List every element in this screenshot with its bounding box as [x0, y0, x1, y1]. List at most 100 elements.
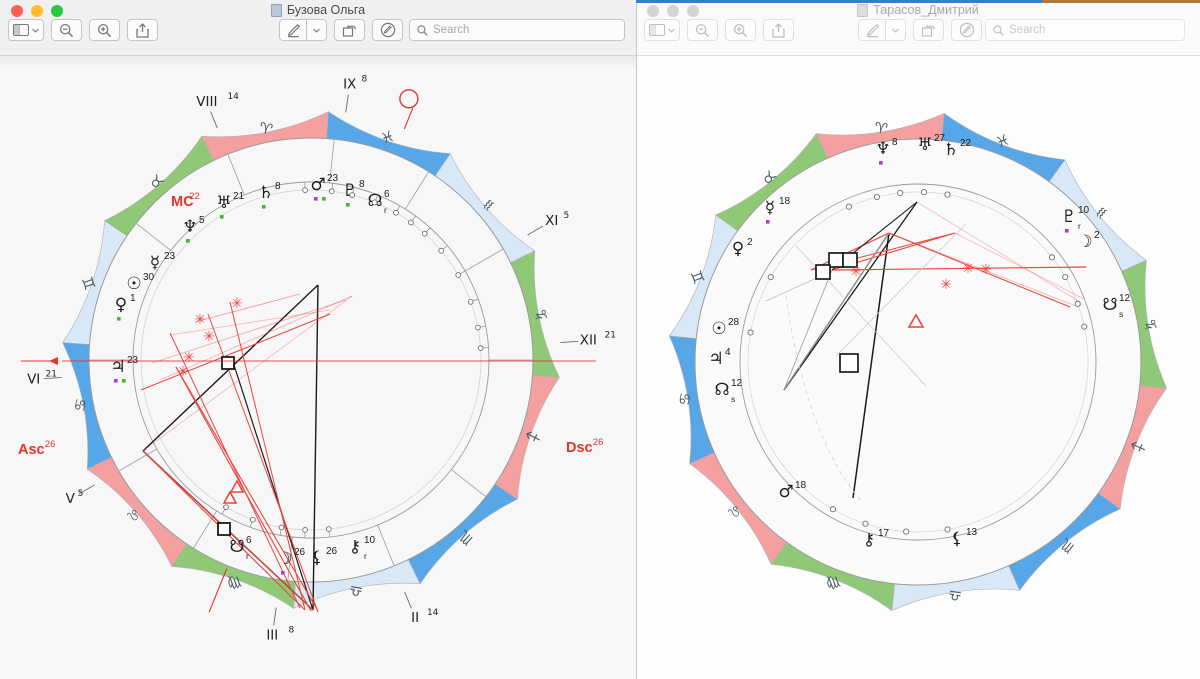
zoom-out-button[interactable] — [51, 19, 82, 41]
planet-marker — [302, 187, 308, 193]
planet-retrograde-southnodel: r — [246, 551, 249, 561]
house-label-V: V — [66, 491, 76, 507]
rotate-button[interactable] — [913, 19, 944, 41]
planet-marker — [467, 299, 474, 305]
planet-dignity-dot — [117, 317, 121, 321]
planet-dignity-dot — [766, 220, 770, 224]
document-canvas-left[interactable]: ♒♓♈♉♊♋♌♍♎♏♐♑ ✳✳✳✳✳ Asc26Dsc26MC22IC22 ☉3… — [0, 70, 636, 679]
pen-icon — [866, 23, 879, 37]
planet-marker — [250, 516, 256, 523]
planet-marker — [477, 345, 484, 351]
planet-dignity-dot — [1065, 229, 1069, 233]
planet-marker — [438, 247, 445, 254]
rotate-button[interactable] — [334, 19, 365, 41]
zodiac-glyph-cancer: ♋ — [70, 397, 90, 414]
planet-degree-chiron: 10 — [364, 535, 376, 546]
planet-marker — [845, 203, 852, 210]
planet-glyph-northnode: ☊ — [714, 380, 729, 400]
search-input[interactable]: Search — [409, 19, 625, 41]
planet-marker — [302, 527, 308, 533]
house-tick — [210, 111, 218, 129]
planet-glyph-mars: ♂ — [778, 482, 793, 502]
desktop: Бузова Ольга Search ♒ ♓ ♈ ♉ ♊ ♋ ♌ ♍ ♎ ♏ … — [0, 0, 1200, 679]
planet-glyph-sun: ☉ — [711, 319, 726, 339]
planet-degree-pluto: 8 — [359, 179, 365, 190]
planet-degree-moon: 2 — [1094, 230, 1100, 241]
preview-window-left[interactable]: Бузова Ольга Search ♒ ♓ ♈ ♉ ♊ ♋ ♌ ♍ ♎ ♏ … — [0, 0, 636, 679]
planet-degree-venus: 2 — [747, 237, 753, 248]
planet-marker — [325, 526, 332, 532]
planet-marker — [1081, 323, 1088, 330]
planet-degree-pluto: 10 — [1078, 205, 1090, 216]
planet-glyph-moon: ☽ — [1077, 232, 1092, 252]
zoom-in-icon — [97, 23, 112, 37]
sidebar-toggle-button[interactable] — [644, 19, 680, 41]
natal-chart-left: ♒♓♈♉♊♋♌♍♎♏♐♑ ✳✳✳✳✳ Asc26Dsc26MC22IC22 ☉3… — [0, 70, 636, 679]
planet-marker — [862, 520, 869, 527]
markup-button[interactable] — [858, 19, 886, 41]
toolbar-left[interactable]: Search — [0, 19, 636, 45]
planet-degree-venus: 1 — [130, 293, 136, 304]
chevron-down-icon — [892, 28, 899, 33]
mc-circle — [399, 89, 419, 109]
planet-degree-neptune: 5 — [199, 215, 205, 226]
zodiac-glyph-libra: ♎ — [947, 586, 963, 606]
markup-button[interactable] — [279, 19, 307, 41]
planet-marker — [897, 189, 904, 196]
planet-marker — [903, 528, 910, 535]
aspect-square-glyph — [815, 264, 831, 280]
titlebar-right[interactable]: Тарасов_Дмитрий Search — [636, 0, 1200, 56]
annotate-icon — [959, 22, 974, 38]
window-title-left: Бузова Ольга — [0, 3, 636, 17]
axis-label-Dsc: Dsc — [566, 440, 593, 456]
zoom-out-icon — [59, 23, 74, 37]
planet-glyph-saturn: ♄ — [258, 183, 273, 203]
house-label-XI: XI — [545, 213, 558, 229]
aspect-sextile-glyph: ✳ — [962, 261, 974, 277]
search-input[interactable]: Search — [985, 19, 1185, 41]
search-placeholder: Search — [433, 24, 470, 36]
house-tick — [273, 607, 277, 626]
document-canvas-right[interactable]: ♒ ♓ ♈ ♉ ♊ ♋ ♌ ♍ ♎ ♏ ♐ ♑ ✳ ✳ ✳ ✳ ☉ 28 ☽ 2 ☿ 18 ♀ 2 ♂ 18 ♃ 4 ♄ 22 ♅ 27 ♆… — [636, 56, 1200, 679]
zoom-in-icon — [733, 23, 748, 37]
markup-menu-button[interactable] — [886, 19, 906, 41]
sidebar-toggle-button[interactable] — [8, 19, 44, 41]
zoom-out-icon — [695, 23, 710, 37]
planet-marker — [278, 524, 285, 531]
toolbar-right[interactable]: Search — [636, 19, 1200, 45]
markup-menu-button[interactable] — [307, 19, 327, 41]
zoom-in-button[interactable] — [89, 19, 120, 41]
house-label-III: III — [266, 627, 278, 643]
planet-retrograde-chiron: r — [364, 551, 367, 561]
aspect-square-glyph — [217, 522, 231, 536]
planet-marker — [421, 230, 428, 237]
annotate-button[interactable] — [951, 19, 982, 41]
zoom-out-button[interactable] — [687, 19, 718, 41]
aspect-square-glyph — [221, 356, 235, 370]
planet-degree-neptune: 8 — [892, 137, 898, 148]
planet-glyph-venus: ♀ — [115, 295, 127, 315]
zoom-in-button[interactable] — [725, 19, 756, 41]
share-button[interactable] — [763, 19, 794, 41]
planet-glyph-uranus: ♅ — [917, 135, 932, 155]
planet-glyph-saturn: ♄ — [943, 140, 958, 160]
planet-degree-mercury: 23 — [164, 251, 176, 262]
planet-glyph-venus: ♀ — [732, 239, 744, 259]
planet-degree-mars: 23 — [327, 173, 339, 184]
planet-degree-uranus: 27 — [934, 133, 946, 144]
aspect-sextile-glyph: ✳ — [940, 277, 952, 293]
rotate-icon — [921, 24, 935, 37]
planet-marker — [223, 504, 229, 511]
planet-degree-mars: 18 — [795, 480, 807, 491]
planet-degree-northnode: 6 — [384, 189, 390, 200]
planet-dignity-dot — [879, 161, 883, 165]
annotate-button[interactable] — [372, 19, 403, 41]
planet-dignity-dot — [314, 197, 318, 201]
share-button[interactable] — [127, 19, 158, 41]
titlebar-left[interactable]: Бузова Ольга Search — [0, 0, 636, 56]
house-tick — [345, 94, 349, 113]
preview-window-right[interactable]: Тарасов_Дмитрий Search ♒ ♓ ♈ ♉ ♊ ♋ ♌ ♍ ♎… — [636, 0, 1200, 679]
planet-glyph-chiron: ⚷ — [863, 530, 875, 550]
house-degree-VIII: 14 — [227, 92, 239, 102]
planet-glyph-chiron: ⚷ — [349, 537, 361, 557]
